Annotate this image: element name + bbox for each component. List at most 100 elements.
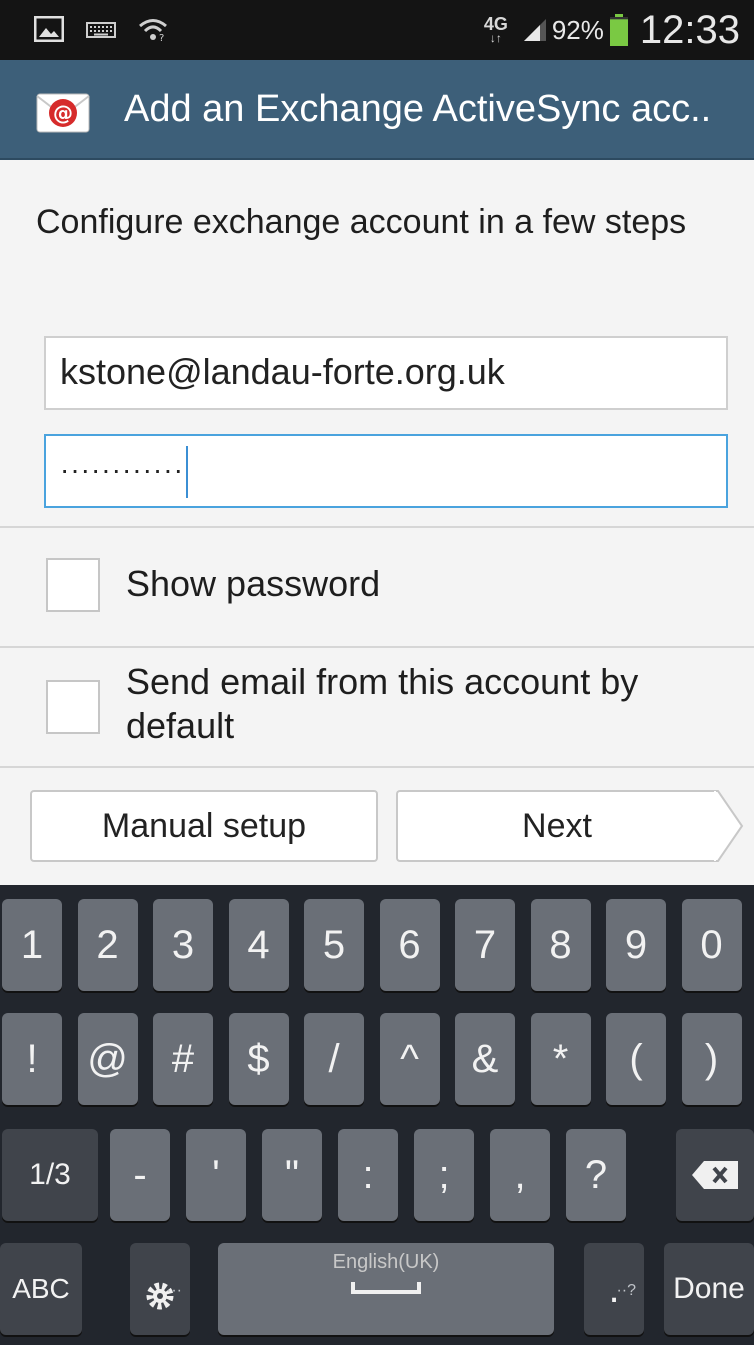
show-password-label: Show password	[126, 563, 381, 604]
key-sub-label: ··?	[616, 1282, 636, 1299]
key-label: &	[471, 1037, 499, 1081]
key-row2-2[interactable]: #	[153, 1013, 213, 1105]
key-label: ,	[514, 1153, 526, 1197]
key-row1-5[interactable]: 6	[379, 899, 440, 991]
key-row3-4[interactable]: :	[338, 1129, 398, 1221]
backspace-key[interactable]	[676, 1129, 754, 1221]
svg-text:?: ?	[159, 33, 164, 42]
key-page-toggle[interactable]: 1/3	[2, 1129, 98, 1221]
key-label: (	[629, 1037, 643, 1081]
key-row2-5[interactable]: ^	[379, 1013, 440, 1105]
key-row2-1[interactable]: @	[77, 1013, 138, 1105]
key-row2-6[interactable]: &	[455, 1013, 515, 1105]
default-account-checkbox[interactable]	[46, 680, 100, 734]
battery-icon	[609, 14, 628, 46]
divider	[0, 766, 754, 768]
action-bar: @ Add an Exchange ActiveSync acc..	[0, 60, 754, 160]
key-space[interactable]: English(UK)	[218, 1243, 554, 1335]
key-row2-0[interactable]: !	[2, 1013, 62, 1105]
key-label: @	[87, 1037, 128, 1081]
key-label: -	[133, 1153, 147, 1197]
key-settings[interactable]: ···	[130, 1243, 190, 1335]
default-account-row[interactable]: Send email from this account by default	[0, 648, 754, 766]
key-label: 7	[473, 923, 497, 967]
image-icon	[34, 16, 64, 42]
on-screen-keyboard: 1 2 3 4 5 6 7 8 9 0! @ # $ / ^ & * () 1/3 - ' ":;,? ABC ··· Engl…	[0, 885, 754, 1345]
email-app-icon: @	[36, 93, 90, 133]
clock: 12:33	[639, 7, 740, 52]
key-label: ;	[438, 1153, 450, 1197]
key-label: "	[284, 1153, 300, 1197]
key-row3-1[interactable]: -	[110, 1129, 170, 1221]
key-row3-5[interactable]: ;	[414, 1129, 474, 1221]
screen-title: Add an Exchange ActiveSync acc..	[124, 88, 712, 130]
key-label: Done	[673, 1272, 745, 1305]
space-bar-icon	[351, 1282, 421, 1294]
intro-text: Configure exchange account in a few step…	[36, 203, 687, 241]
key-label: !	[26, 1037, 38, 1081]
key-row1-7[interactable]: 8	[530, 899, 591, 991]
manual-setup-button[interactable]: Manual setup	[30, 790, 378, 862]
key-label: ^	[400, 1037, 419, 1081]
status-bar: ? 4G ↓↑ 92% 12:33	[0, 0, 754, 60]
key-label: 5	[322, 923, 346, 967]
key-label: :	[362, 1153, 374, 1197]
next-arrow-icon[interactable]	[714, 790, 744, 862]
key-label: 4	[247, 923, 270, 967]
key-row3-2[interactable]: '	[186, 1129, 246, 1221]
key-label: '	[212, 1153, 220, 1197]
key-label: 0	[700, 923, 723, 967]
keyboard-icon	[86, 22, 116, 38]
key-row3-3[interactable]: "	[262, 1129, 322, 1221]
email-input[interactable]: kstone@landau-forte.org.uk	[44, 336, 728, 410]
key-label: 1	[20, 923, 44, 967]
key-row2-7[interactable]: *	[530, 1013, 591, 1105]
key-label: )	[704, 1037, 719, 1081]
key-label: 6	[398, 923, 421, 967]
key-label: 9	[624, 923, 648, 967]
space-language-label: English(UK)	[332, 1251, 440, 1273]
key-row2-8[interactable]: (	[606, 1013, 666, 1105]
key-row1-9[interactable]: 0	[681, 899, 742, 991]
show-password-row[interactable]: Show password	[0, 528, 754, 646]
battery-percent: 92%	[551, 14, 604, 45]
key-label: /	[328, 1037, 340, 1081]
key-row2-4[interactable]: /	[304, 1013, 364, 1105]
password-input[interactable]: ············	[44, 434, 728, 508]
key-row1-2[interactable]: 3	[153, 899, 213, 991]
key-label: 3	[171, 923, 195, 967]
text-caret	[185, 445, 188, 498]
key-row1-1[interactable]: 2	[77, 899, 138, 991]
key-row1-6[interactable]: 7	[455, 899, 515, 991]
key-label: #	[171, 1037, 195, 1081]
wifi-icon: ?	[139, 19, 167, 42]
key-label: 2	[96, 923, 119, 967]
key-row2-9[interactable]: )	[681, 1013, 742, 1105]
next-button[interactable]: Next	[396, 790, 716, 862]
backspace-icon	[692, 1161, 738, 1189]
key-label: 8	[549, 923, 572, 967]
key-sub-label: ···	[166, 1282, 182, 1299]
show-password-checkbox[interactable]	[46, 558, 100, 612]
network-type: 4G ↓↑	[483, 14, 508, 45]
account-setup-form: Configure exchange account in a few step…	[0, 160, 754, 885]
key-label: ?	[584, 1153, 608, 1197]
key-row1-4[interactable]: 5	[304, 899, 364, 991]
key-label: *	[552, 1037, 569, 1081]
key-row1-8[interactable]: 9	[606, 899, 666, 991]
key-label: $	[247, 1037, 270, 1081]
key-row3-7[interactable]: ?	[566, 1129, 626, 1221]
key-period[interactable]: ··?.	[584, 1243, 644, 1335]
svg-text:@: @	[53, 101, 73, 125]
key-label: 1/3	[29, 1158, 71, 1191]
default-account-label: Send email from this account by default	[126, 661, 639, 746]
password-value: ············	[60, 454, 184, 485]
key-label: ABC	[12, 1273, 70, 1304]
key-row1-0[interactable]: 1	[2, 899, 62, 991]
key-row3-6[interactable]: ,	[490, 1129, 550, 1221]
key-row2-3[interactable]: $	[228, 1013, 289, 1105]
key-done[interactable]: Done	[664, 1243, 754, 1335]
key-row1-3[interactable]: 4	[228, 899, 289, 991]
signal-icon	[523, 19, 546, 41]
key-abc[interactable]: ABC	[0, 1243, 82, 1335]
